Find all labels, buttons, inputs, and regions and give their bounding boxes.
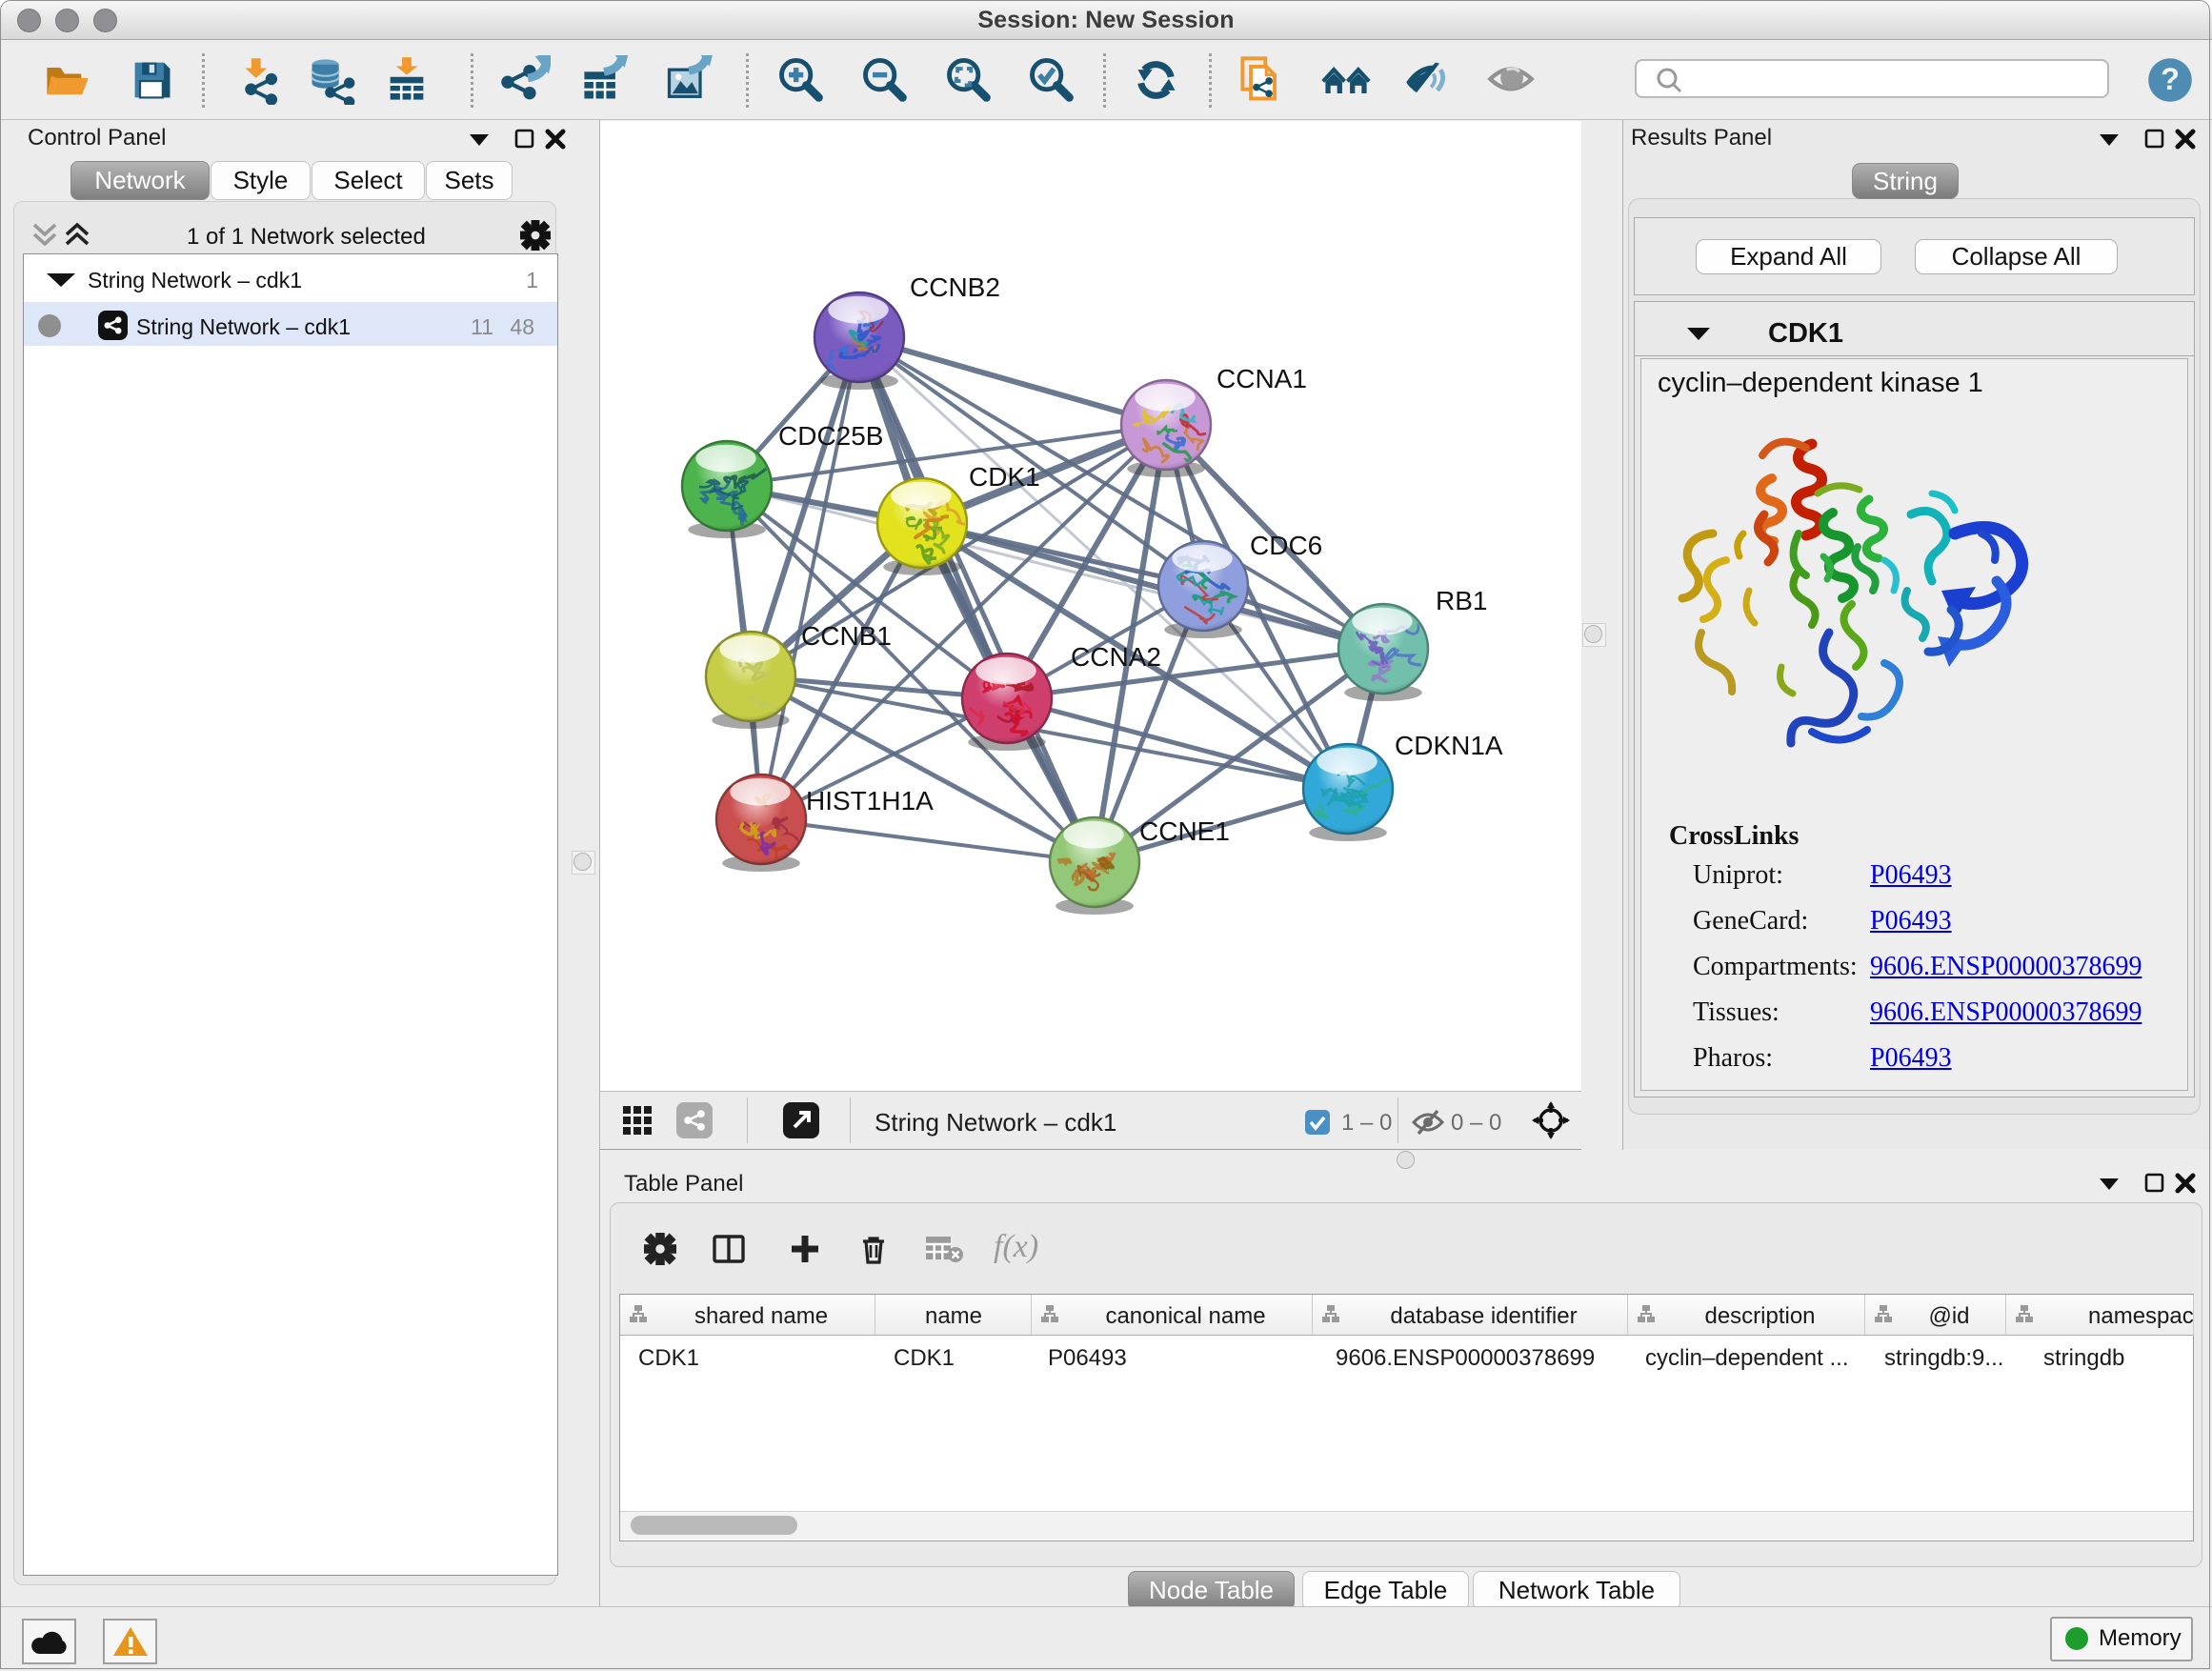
svg-text:CCNA1: CCNA1 — [1217, 364, 1307, 393]
svg-text:CCNE1: CCNE1 — [1139, 816, 1230, 846]
svg-text:?: ? — [2161, 62, 2180, 96]
svg-text:CCNA2: CCNA2 — [1071, 642, 1161, 672]
svg-text:CDC25B: CDC25B — [778, 421, 883, 451]
svg-text:CDC6: CDC6 — [1250, 531, 1322, 560]
svg-text:CCNB1: CCNB1 — [801, 621, 892, 651]
svg-text:CDK1: CDK1 — [969, 462, 1040, 492]
svg-text:CCNB2: CCNB2 — [910, 272, 1000, 302]
svg-text:RB1: RB1 — [1436, 586, 1487, 615]
svg-text:CDKN1A: CDKN1A — [1395, 731, 1503, 760]
svg-text:HIST1H1A: HIST1H1A — [806, 786, 934, 815]
